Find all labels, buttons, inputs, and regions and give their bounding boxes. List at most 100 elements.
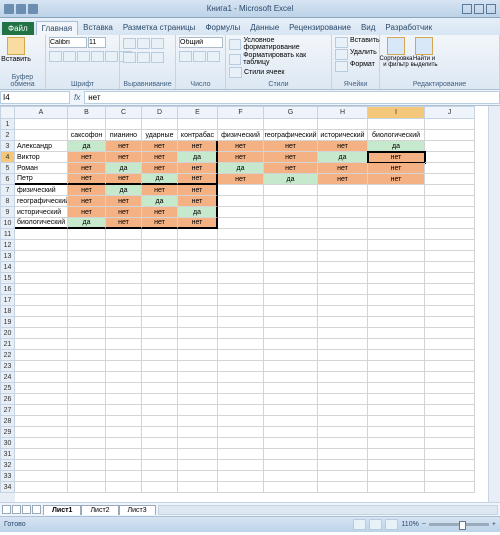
- ribbon-tab-5[interactable]: Рецензирование: [284, 21, 356, 35]
- row-header[interactable]: 7: [0, 185, 15, 196]
- cell[interactable]: [318, 284, 368, 295]
- cell[interactable]: [318, 240, 368, 251]
- cell[interactable]: [264, 229, 318, 240]
- row-header[interactable]: 23: [0, 361, 15, 372]
- undo-icon[interactable]: [16, 4, 26, 14]
- cell[interactable]: нет: [106, 207, 142, 218]
- cell[interactable]: [106, 471, 142, 482]
- cell[interactable]: [178, 405, 218, 416]
- prev-sheet-button[interactable]: [12, 505, 21, 514]
- cell[interactable]: [218, 251, 264, 262]
- cell[interactable]: [368, 350, 425, 361]
- cell[interactable]: [142, 306, 178, 317]
- cell[interactable]: [68, 372, 106, 383]
- row-header[interactable]: 18: [0, 306, 15, 317]
- sheet-tab[interactable]: Лист3: [119, 505, 156, 515]
- row-header[interactable]: 24: [0, 372, 15, 383]
- zoom-slider[interactable]: [429, 523, 489, 526]
- cell[interactable]: [264, 427, 318, 438]
- cell[interactable]: [68, 240, 106, 251]
- cell[interactable]: [68, 361, 106, 372]
- cell[interactable]: [68, 416, 106, 427]
- cell[interactable]: [106, 394, 142, 405]
- cell[interactable]: [106, 416, 142, 427]
- cell[interactable]: [264, 196, 318, 207]
- cell[interactable]: [142, 405, 178, 416]
- cell[interactable]: [106, 383, 142, 394]
- next-sheet-button[interactable]: [22, 505, 31, 514]
- cell[interactable]: [178, 416, 218, 427]
- cell[interactable]: [264, 471, 318, 482]
- cell[interactable]: нет: [68, 185, 106, 196]
- cell[interactable]: [142, 229, 178, 240]
- cell[interactable]: [178, 306, 218, 317]
- cell[interactable]: да: [106, 163, 142, 174]
- cell[interactable]: [425, 295, 475, 306]
- cell[interactable]: [178, 482, 218, 493]
- cell[interactable]: да: [68, 141, 106, 152]
- cell[interactable]: [15, 427, 68, 438]
- last-sheet-button[interactable]: [32, 505, 41, 514]
- cell[interactable]: [368, 405, 425, 416]
- cell[interactable]: [178, 460, 218, 471]
- cell[interactable]: нет: [142, 207, 178, 218]
- cell[interactable]: [425, 427, 475, 438]
- cell[interactable]: [425, 163, 475, 174]
- cell[interactable]: [368, 317, 425, 328]
- cell[interactable]: [106, 251, 142, 262]
- cell[interactable]: [68, 295, 106, 306]
- cell[interactable]: нет: [68, 152, 106, 163]
- cell[interactable]: [106, 273, 142, 284]
- cell[interactable]: [142, 416, 178, 427]
- ribbon-tab-1[interactable]: Вставка: [78, 21, 118, 35]
- cell[interactable]: [178, 471, 218, 482]
- cell[interactable]: [142, 350, 178, 361]
- cell[interactable]: [15, 317, 68, 328]
- cell[interactable]: да: [68, 218, 106, 229]
- cell[interactable]: [68, 438, 106, 449]
- cell[interactable]: [15, 284, 68, 295]
- col-header[interactable]: D: [142, 106, 178, 119]
- cell[interactable]: [218, 119, 264, 130]
- cell[interactable]: [425, 449, 475, 460]
- cell[interactable]: [218, 438, 264, 449]
- cell[interactable]: [425, 273, 475, 284]
- cell[interactable]: [368, 416, 425, 427]
- cell[interactable]: [142, 240, 178, 251]
- align-center-button[interactable]: [137, 52, 150, 63]
- conditional-formatting-button[interactable]: Условное форматирование: [229, 37, 328, 51]
- cell[interactable]: [264, 372, 318, 383]
- find-select-button[interactable]: Найти и выделить: [411, 37, 437, 73]
- cell[interactable]: [264, 460, 318, 471]
- cell[interactable]: [318, 317, 368, 328]
- row-header[interactable]: 34: [0, 482, 15, 493]
- col-header[interactable]: H: [318, 106, 368, 119]
- cell[interactable]: [318, 405, 368, 416]
- minimize-button[interactable]: [462, 4, 472, 14]
- cell[interactable]: [425, 218, 475, 229]
- cell[interactable]: [106, 262, 142, 273]
- cell[interactable]: [425, 262, 475, 273]
- cell[interactable]: [178, 427, 218, 438]
- cell[interactable]: [425, 207, 475, 218]
- cell[interactable]: [368, 185, 425, 196]
- vertical-scrollbar[interactable]: [488, 106, 500, 502]
- cell[interactable]: [106, 119, 142, 130]
- cell[interactable]: [368, 460, 425, 471]
- cell[interactable]: [15, 460, 68, 471]
- cell[interactable]: биологический: [368, 130, 425, 141]
- cell[interactable]: [368, 273, 425, 284]
- cell[interactable]: [318, 119, 368, 130]
- cell[interactable]: [425, 471, 475, 482]
- cell[interactable]: [368, 295, 425, 306]
- cell[interactable]: нет: [218, 152, 264, 163]
- cell[interactable]: саксофон: [68, 130, 106, 141]
- cell[interactable]: [68, 383, 106, 394]
- cell[interactable]: [368, 218, 425, 229]
- cell[interactable]: [68, 284, 106, 295]
- cell[interactable]: [264, 284, 318, 295]
- cell[interactable]: [425, 141, 475, 152]
- cell[interactable]: [425, 416, 475, 427]
- cell[interactable]: [218, 306, 264, 317]
- cell[interactable]: [425, 229, 475, 240]
